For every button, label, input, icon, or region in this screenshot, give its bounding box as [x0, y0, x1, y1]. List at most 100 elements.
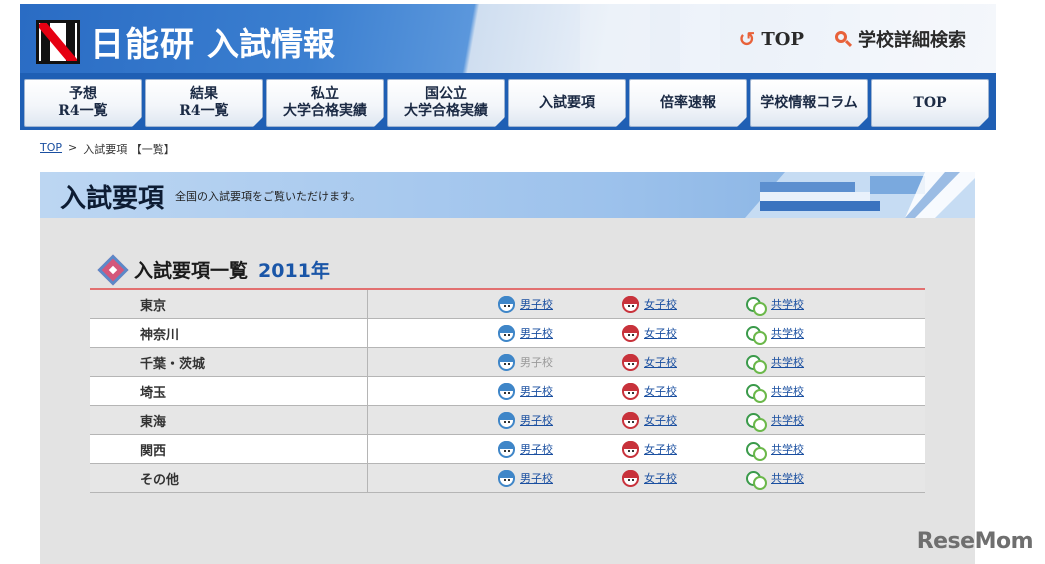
nav-public-univ[interactable]: 国公立 大学合格実績: [387, 79, 505, 127]
boys-school-link[interactable]: 男子校: [498, 295, 622, 313]
girls-school-link[interactable]: 女子校: [622, 469, 746, 487]
link-label: 女子校: [644, 327, 677, 340]
nav-label: 国公立: [425, 86, 467, 102]
nav-label: 結果: [190, 86, 218, 102]
coed-faces-icon: [746, 412, 767, 432]
page-title: 入試要項: [60, 184, 165, 214]
search-icon: [834, 30, 853, 48]
link-label: 女子校: [644, 414, 677, 427]
girls-school-link[interactable]: 女子校: [622, 295, 746, 313]
nav-sublabel: 大学合格実績: [283, 103, 367, 119]
coed-school-link[interactable]: 共学校: [746, 470, 870, 490]
table-row: 神奈川 男子校 女子校 共学校: [90, 318, 925, 348]
coed-faces-icon: [746, 354, 767, 374]
coed-school-link[interactable]: 共学校: [746, 354, 870, 374]
coed-school-link[interactable]: 共学校: [746, 412, 870, 432]
region-cell: 埼玉: [90, 376, 368, 406]
school-search-link[interactable]: 学校詳細検索: [834, 26, 966, 52]
nav-private-univ[interactable]: 私立 大学合格実績: [266, 79, 384, 127]
boy-face-icon: [498, 440, 515, 458]
nav-label: 私立: [311, 86, 339, 102]
header-banner: 日能研 入試情報 ↺ TOP 学校詳細検索: [20, 4, 996, 73]
table-row: 東海 男子校 女子校 共学校: [90, 405, 925, 435]
nav-label: 入試要項: [539, 94, 595, 111]
nav-top[interactable]: TOP: [871, 79, 989, 127]
link-label: 共学校: [771, 443, 804, 456]
region-cell: その他: [90, 463, 368, 493]
header-links: ↺ TOP 学校詳細検索: [739, 26, 966, 52]
nav-label: 学校情報コラム: [760, 94, 858, 111]
boys-school-link[interactable]: 男子校: [498, 440, 622, 458]
link-label: 女子校: [644, 298, 677, 311]
coed-school-link[interactable]: 共学校: [746, 325, 870, 345]
girl-face-icon: [622, 411, 639, 429]
coed-faces-icon: [746, 441, 767, 461]
girls-school-link[interactable]: 女子校: [622, 411, 746, 429]
region-cell: 東京: [90, 289, 368, 319]
link-label: 共学校: [771, 356, 804, 369]
coed-school-link[interactable]: 共学校: [746, 383, 870, 403]
boys-school-link[interactable]: 男子校: [498, 411, 622, 429]
region-cell: 東海: [90, 405, 368, 435]
girl-face-icon: [622, 469, 639, 487]
boys-school-link[interactable]: 男子校: [498, 324, 622, 342]
region-cell: 千葉・茨城: [90, 347, 368, 377]
link-label: 男子校: [520, 298, 553, 311]
list-title: 入試要項一覧: [134, 260, 249, 282]
girl-face-icon: [622, 324, 639, 342]
link-label: 共学校: [771, 327, 804, 340]
nichinoken-logo-icon: [36, 19, 80, 64]
boys-school-link[interactable]: 男子校: [498, 469, 622, 487]
boy-face-icon: [498, 324, 515, 342]
table-row: その他 男子校 女子校 共学校: [90, 463, 925, 493]
girls-school-link[interactable]: 女子校: [622, 440, 746, 458]
nav-sublabel: 大学合格実績: [404, 103, 488, 119]
header-top-link[interactable]: ↺ TOP: [739, 27, 804, 51]
nav-ratio-report[interactable]: 倍率速報: [629, 79, 747, 127]
site-header: 日能研 入試情報 ↺ TOP 学校詳細検索 予想 R4一覧 結果 R4一覧 私立…: [20, 4, 996, 130]
nav-school-column[interactable]: 学校情報コラム: [750, 79, 868, 127]
boy-face-icon: [498, 411, 515, 429]
diamond-bullet-icon: [97, 253, 129, 286]
link-label: 女子校: [644, 356, 677, 369]
breadcrumb-top-link[interactable]: TOP: [40, 141, 62, 157]
logo-text: 日能研: [90, 25, 195, 65]
nav-kekka[interactable]: 結果 R4一覧: [145, 79, 263, 127]
girl-face-icon: [622, 353, 639, 371]
girl-face-icon: [622, 382, 639, 400]
girls-school-link[interactable]: 女子校: [622, 324, 746, 342]
header-top-label: TOP: [761, 28, 804, 50]
boys-school-link[interactable]: 男子校: [498, 382, 622, 400]
region-cell: 神奈川: [90, 318, 368, 348]
breadcrumb: TOP > 入試要項 【一覧】: [40, 141, 175, 157]
coed-school-link[interactable]: 共学校: [746, 296, 870, 316]
nav-yosou[interactable]: 予想 R4一覧: [24, 79, 142, 127]
nav-label: 予想: [69, 86, 97, 102]
link-label: 女子校: [644, 472, 677, 485]
breadcrumb-current: 入試要項 【一覧】: [83, 143, 175, 156]
boy-face-icon: [498, 382, 515, 400]
table-row: 関西 男子校 女子校 共学校: [90, 434, 925, 464]
table-row: 千葉・茨城 男子校 女子校 共学校: [90, 347, 925, 377]
resemom-watermark: ReseMom: [916, 529, 1034, 554]
link-label: 男子校: [520, 472, 553, 485]
girls-school-link[interactable]: 女子校: [622, 382, 746, 400]
nav-admission-guide[interactable]: 入試要項: [508, 79, 626, 127]
breadcrumb-separator: >: [68, 141, 78, 154]
coed-faces-icon: [746, 470, 767, 490]
nav-label: 倍率速報: [660, 94, 716, 111]
link-label: 男子校: [520, 327, 553, 340]
link-label: 男子校: [520, 414, 553, 427]
boy-face-icon: [498, 469, 515, 487]
girls-school-link[interactable]: 女子校: [622, 353, 746, 371]
boy-face-icon: [498, 295, 515, 313]
girl-face-icon: [622, 295, 639, 313]
region-cell: 関西: [90, 434, 368, 464]
site-logo[interactable]: 日能研 入試情報: [36, 17, 335, 66]
link-label: 女子校: [644, 385, 677, 398]
boys-school-link-disabled: 男子校: [498, 353, 622, 371]
coed-school-link[interactable]: 共学校: [746, 441, 870, 461]
link-label: 共学校: [771, 472, 804, 485]
content-panel: 入試要項 全国の入試要項をご覧いただけます。 入試要項一覧 2011年 東京 男…: [40, 172, 975, 564]
main-nav: 予想 R4一覧 結果 R4一覧 私立 大学合格実績 国公立 大学合格実績 入試要…: [20, 77, 996, 130]
